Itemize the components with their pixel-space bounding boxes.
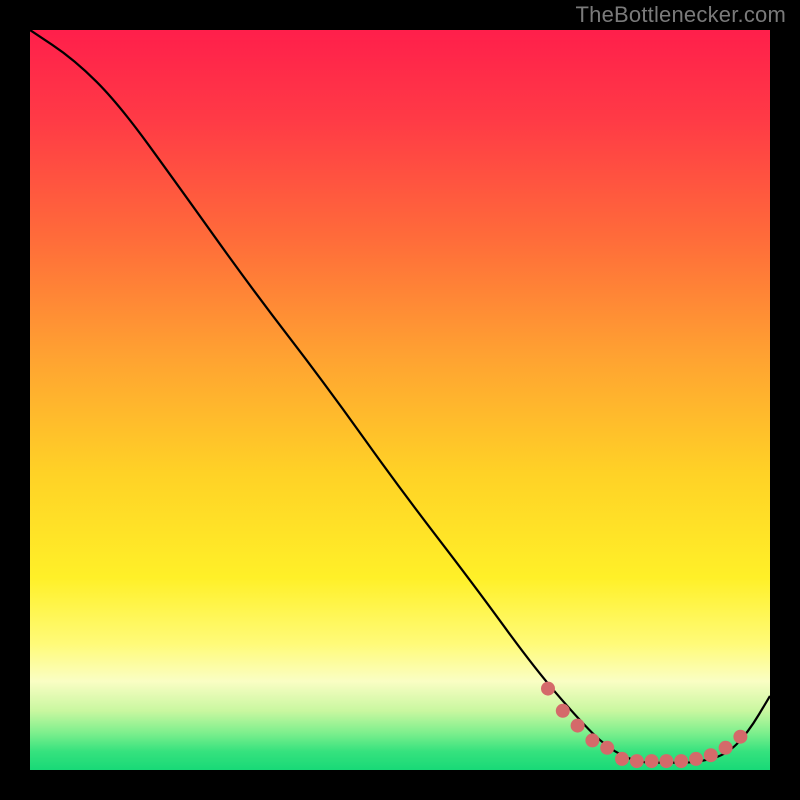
watermark-text: TheBottlenecker.com: [576, 2, 786, 28]
highlight-dot: [585, 733, 599, 747]
highlight-dot: [615, 752, 629, 766]
plot-area: [30, 30, 770, 770]
highlight-dots: [541, 682, 747, 769]
highlight-dot: [645, 754, 659, 768]
curve-layer: [30, 30, 770, 770]
bottleneck-curve: [30, 30, 770, 763]
highlight-dot: [719, 741, 733, 755]
highlight-dot: [541, 682, 555, 696]
highlight-dot: [571, 719, 585, 733]
highlight-dot: [674, 754, 688, 768]
highlight-dot: [556, 704, 570, 718]
highlight-dot: [704, 748, 718, 762]
highlight-dot: [689, 752, 703, 766]
highlight-dot: [630, 754, 644, 768]
highlight-dot: [600, 741, 614, 755]
highlight-dot: [733, 730, 747, 744]
highlight-dot: [659, 754, 673, 768]
chart-frame: TheBottlenecker.com: [0, 0, 800, 800]
